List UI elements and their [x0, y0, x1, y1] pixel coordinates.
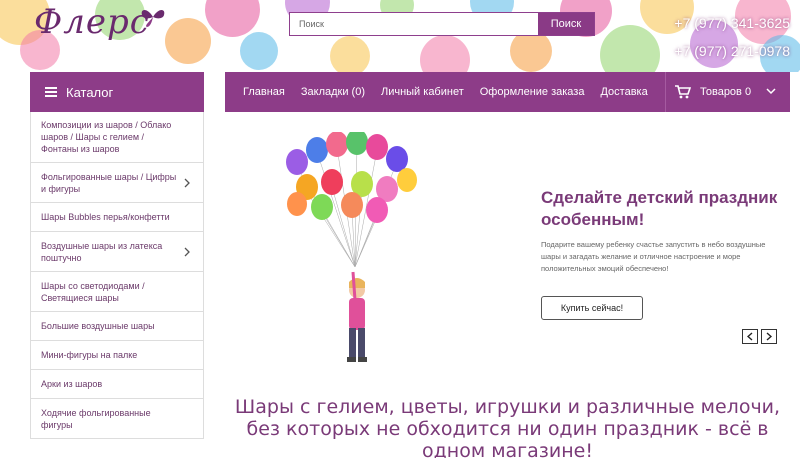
category-label: Мини-фигуры на палке	[41, 350, 138, 360]
category-item[interactable]: Большие воздушные шары	[31, 312, 203, 341]
next-slide-button[interactable]	[761, 329, 777, 344]
nav-bookmarks[interactable]: Закладки (0)	[301, 86, 365, 98]
catalog-title: Каталог	[66, 84, 114, 100]
nav-delivery[interactable]: Доставка	[600, 86, 647, 98]
search-input[interactable]	[290, 13, 538, 35]
chevron-left-icon	[747, 332, 753, 341]
category-label: Ходячие фольгированные фигуры	[41, 407, 151, 430]
slider-arrows	[742, 329, 777, 344]
category-item[interactable]: Фольгированные шары / Цифры и фигуры	[31, 163, 203, 203]
chevron-right-icon	[766, 332, 772, 341]
cart-button[interactable]: Товаров 0	[675, 72, 751, 112]
catalog-sidebar: Композиции из шаров / Облако шаров / Шар…	[30, 112, 204, 439]
phone-number-2[interactable]: +7 (977) 271-0978	[674, 43, 790, 59]
prev-slide-button[interactable]	[742, 329, 758, 344]
site-header: Флерс Поиск +7 (977) 341-3625 +7 (977) 2…	[0, 0, 800, 72]
category-item[interactable]: Шары со светодиодами / Светящиеся шары	[31, 272, 203, 312]
category-label: Композиции из шаров / Облако шаров / Шар…	[41, 120, 172, 154]
category-label: Большие воздушные шары	[41, 321, 155, 331]
category-item[interactable]: Воздушные шары из латекса поштучно	[31, 232, 203, 272]
category-label: Воздушные шары из латекса поштучно	[41, 240, 163, 263]
cart-label: Товаров 0	[700, 86, 752, 98]
phone-number-1[interactable]: +7 (977) 341-3625	[674, 15, 790, 31]
chevron-down-icon[interactable]	[766, 87, 776, 95]
hero-slider: Сделайте детский праздник особенным! Под…	[225, 112, 790, 362]
menu-icon	[45, 87, 57, 97]
category-item[interactable]: Мини-фигуры на палке	[31, 341, 203, 370]
butterfly-icon	[141, 9, 165, 27]
nav-home[interactable]: Главная	[243, 86, 285, 98]
slide-description: Подарите вашему ребенку счастье запустит…	[541, 240, 766, 273]
buy-now-button[interactable]: Купить сейчас!	[541, 296, 643, 320]
category-item[interactable]: Композиции из шаров / Облако шаров / Шар…	[31, 112, 203, 163]
girl-with-balloons-image	[286, 132, 417, 362]
category-item[interactable]: Шары Bubbles перья/конфетти	[31, 203, 203, 232]
site-logo[interactable]: Флерс	[34, 2, 150, 42]
nav-account[interactable]: Личный кабинет	[381, 86, 464, 98]
promo-headline: Шары с гелием, цветы, игрушки и различны…	[234, 396, 781, 458]
nav-divider	[665, 72, 666, 112]
catalog-toggle[interactable]: Каталог	[30, 72, 204, 112]
slide-title: Сделайте детский праздник особенным!	[541, 188, 778, 229]
category-item[interactable]: Арки из шаров	[31, 370, 203, 399]
chevron-right-icon	[184, 178, 190, 187]
chevron-right-icon	[184, 247, 190, 256]
nav-checkout[interactable]: Оформление заказа	[480, 86, 585, 98]
category-item[interactable]: Ходячие фольгированные фигуры	[31, 399, 203, 439]
search-button[interactable]: Поиск	[538, 13, 594, 35]
category-label: Шары Bubbles перья/конфетти	[41, 212, 170, 222]
category-label: Фольгированные шары / Цифры и фигуры	[41, 171, 177, 194]
cart-icon	[675, 85, 691, 99]
main-navigation: Главная Закладки (0) Личный кабинет Офор…	[225, 72, 790, 112]
category-label: Арки из шаров	[41, 379, 103, 389]
category-label: Шары со светодиодами / Светящиеся шары	[41, 280, 145, 303]
search-bar: Поиск	[289, 12, 595, 36]
